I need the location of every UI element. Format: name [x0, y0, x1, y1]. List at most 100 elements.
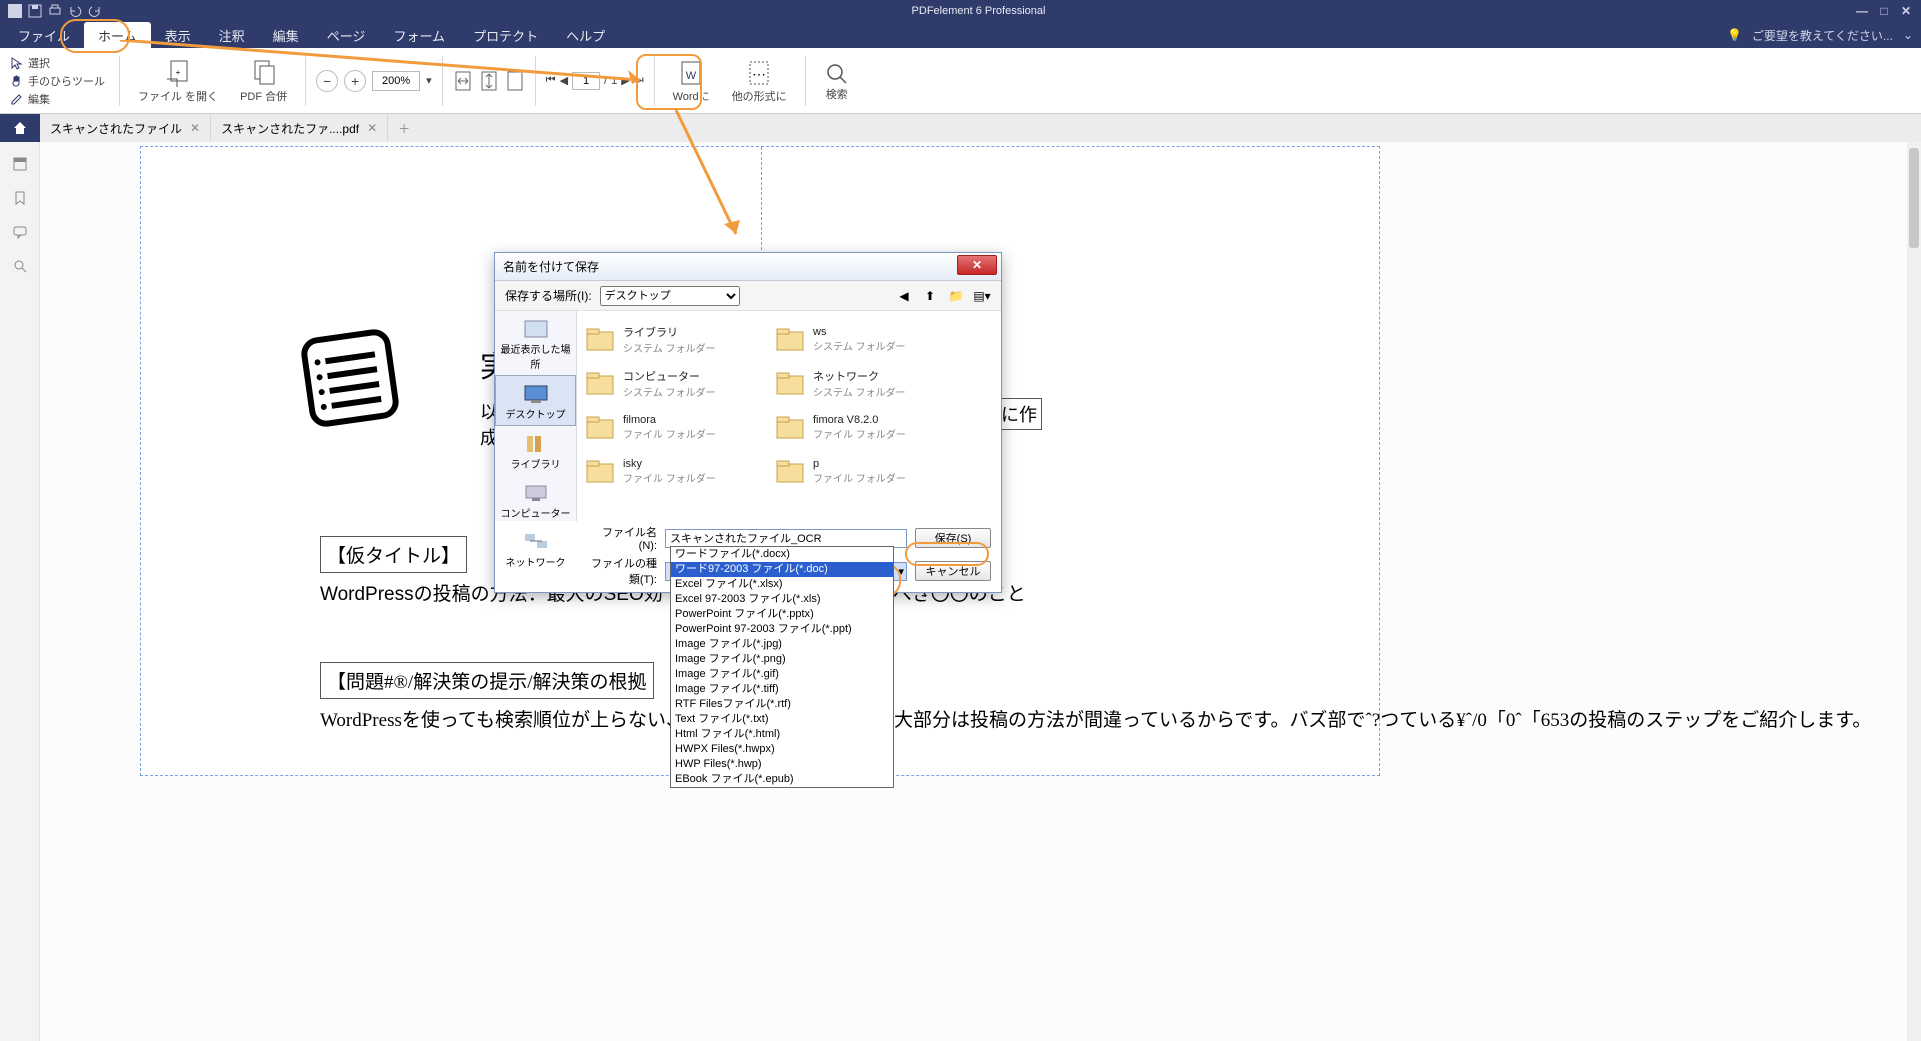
back-icon[interactable]: ◀ — [895, 287, 913, 305]
menu-view[interactable]: 表示 — [151, 22, 205, 49]
menu-help[interactable]: ヘルプ — [552, 22, 619, 49]
filetype-option[interactable]: Image ファイル(*.png) — [671, 652, 893, 667]
svg-text:+: + — [176, 68, 181, 77]
tool-edit[interactable]: 編集 — [10, 91, 105, 107]
save-icon[interactable] — [28, 4, 42, 18]
chevron-down-icon[interactable]: ⌄ — [1903, 28, 1913, 42]
filetype-option[interactable]: Image ファイル(*.tiff) — [671, 682, 893, 697]
menu-edit[interactable]: 編集 — [259, 22, 313, 49]
maximize-button[interactable]: □ — [1875, 4, 1893, 18]
save-button[interactable]: 保存(S) — [915, 528, 991, 548]
comment-icon[interactable] — [12, 224, 28, 240]
to-other-button[interactable]: ⋯ 他の形式に — [724, 57, 795, 105]
file-item[interactable]: ネットワークシステム フォルダー — [773, 361, 963, 405]
new-folder-icon[interactable]: 📁 — [947, 287, 965, 305]
file-item[interactable]: pファイル フォルダー — [773, 449, 963, 493]
place-network[interactable]: ネットワーク — [495, 524, 576, 573]
last-page-button[interactable]: ⏭ — [634, 74, 644, 87]
filename-label: ファイル名(N): — [587, 524, 657, 552]
close-button[interactable]: ✕ — [1897, 4, 1915, 18]
zoom-in-button[interactable]: + — [344, 70, 366, 92]
bookmark-icon[interactable] — [12, 190, 28, 206]
filetype-label: ファイルの種類(T): — [587, 555, 657, 587]
filetype-option[interactable]: HWPX Files(*.hwpx) — [671, 742, 893, 757]
page-input[interactable] — [572, 72, 600, 90]
menu-form[interactable]: フォーム — [379, 22, 459, 49]
new-tab-button[interactable]: ＋ — [388, 120, 420, 137]
save-in-select[interactable]: デスクトップ — [600, 286, 741, 306]
tool-select[interactable]: 選択 — [10, 55, 105, 71]
filetype-option[interactable]: RTF Filesファイル(*.rtf) — [671, 697, 893, 712]
tab-2[interactable]: スキャンされたファ....pdf✕ — [211, 114, 388, 142]
file-list[interactable]: ライブラリシステム フォルダーwsシステム フォルダーコンピューターシステム フ… — [577, 311, 1001, 521]
open-file-button[interactable]: + ファイル を開く — [130, 57, 226, 105]
cancel-button[interactable]: キャンセル — [915, 561, 991, 581]
filetype-option[interactable]: Image ファイル(*.gif) — [671, 667, 893, 682]
app-title: PDFelement 6 Professional — [110, 5, 1847, 17]
chevron-down-icon[interactable]: ▾ — [426, 74, 432, 87]
undo-icon[interactable] — [68, 4, 82, 18]
filetype-option[interactable]: Image ファイル(*.jpg) — [671, 637, 893, 652]
filetype-option[interactable]: ワード97-2003 ファイル(*.doc) — [671, 562, 893, 577]
file-item[interactable]: iskyファイル フォルダー — [583, 449, 773, 493]
filetype-option[interactable]: PowerPoint ファイル(*.pptx) — [671, 607, 893, 622]
file-item[interactable]: wsシステム フォルダー — [773, 317, 963, 361]
first-page-button[interactable]: ⏮ — [546, 74, 556, 87]
menu-protect[interactable]: プロテクト — [459, 22, 552, 49]
zoom-input[interactable] — [372, 71, 420, 91]
feedback-text[interactable]: ご要望を教えてください... — [1752, 27, 1893, 44]
search-button[interactable]: 検索 — [816, 59, 858, 103]
filename-input[interactable] — [665, 529, 907, 548]
pdf-merge-button[interactable]: PDF 合併 — [232, 57, 295, 105]
close-icon[interactable]: ✕ — [190, 121, 200, 135]
dialog-close-button[interactable]: ✕ — [957, 255, 997, 275]
place-recent[interactable]: 最近表示した場所 — [495, 311, 576, 375]
tab-home-icon[interactable] — [0, 114, 40, 142]
up-icon[interactable]: ⬆ — [921, 287, 939, 305]
search-icon[interactable] — [12, 258, 28, 274]
filetype-option[interactable]: Excel 97-2003 ファイル(*.xls) — [671, 592, 893, 607]
thumbnails-icon[interactable] — [12, 156, 28, 172]
place-library[interactable]: ライブラリ — [495, 426, 576, 475]
fit-width-icon[interactable] — [453, 69, 473, 93]
tab-1[interactable]: スキャンされたファイル✕ — [40, 114, 211, 142]
view-icon[interactable]: ▤▾ — [973, 287, 991, 305]
prev-page-button[interactable]: ◀ — [560, 74, 568, 87]
place-computer[interactable]: コンピューター — [495, 475, 576, 524]
print-icon[interactable] — [48, 4, 62, 18]
menu-page[interactable]: ページ — [313, 22, 380, 49]
redo-icon[interactable] — [88, 4, 102, 18]
fit-height-icon[interactable] — [479, 69, 499, 93]
tool-hand[interactable]: 手のひらツール — [10, 73, 105, 89]
to-word-button[interactable]: W Wordに — [665, 57, 718, 105]
close-icon[interactable]: ✕ — [367, 121, 377, 135]
dialog-titlebar[interactable]: 名前を付けて保存 ✕ — [495, 253, 1001, 281]
svg-text:W: W — [686, 70, 697, 82]
filetype-option[interactable]: PowerPoint 97-2003 ファイル(*.ppt) — [671, 622, 893, 637]
place-desktop[interactable]: デスクトップ — [495, 375, 576, 426]
filetype-option[interactable]: ワードファイル(*.docx) — [671, 547, 893, 562]
menu-file[interactable]: ファイル — [4, 22, 84, 49]
scrollbar[interactable] — [1907, 142, 1921, 1041]
doc-box: 【仮タイトル】 — [320, 536, 467, 573]
filetype-dropdown[interactable]: ワードファイル(*.docx)ワード97-2003 ファイル(*.doc)Exc… — [670, 546, 894, 788]
zoom-out-button[interactable]: − — [316, 70, 338, 92]
file-item[interactable]: ライブラリシステム フォルダー — [583, 317, 773, 361]
menubar: ファイル ホーム 表示 注釈 編集 ページ フォーム プロテクト ヘルプ 💡 ご… — [0, 22, 1921, 48]
filetype-option[interactable]: Html ファイル(*.html) — [671, 727, 893, 742]
fit-page-icon[interactable] — [505, 69, 525, 93]
titlebar: PDFelement 6 Professional — □ ✕ — [0, 0, 1921, 22]
filetype-option[interactable]: Text ファイル(*.txt) — [671, 712, 893, 727]
menu-home[interactable]: ホーム — [84, 22, 151, 49]
doc-box: 【問題#®/解決策の提示/解決策の根拠 — [320, 662, 654, 699]
file-item[interactable]: コンピューターシステム フォルダー — [583, 361, 773, 405]
filetype-option[interactable]: Excel ファイル(*.xlsx) — [671, 577, 893, 592]
minimize-button[interactable]: — — [1853, 4, 1871, 18]
filetype-option[interactable]: EBook ファイル(*.epub) — [671, 772, 893, 787]
file-item[interactable]: filmoraファイル フォルダー — [583, 405, 773, 449]
menu-annotate[interactable]: 注釈 — [205, 22, 259, 49]
ribbon: 選択 手のひらツール 編集 + ファイル を開く PDF 合併 − + ▾ ⏮ … — [0, 48, 1921, 114]
filetype-option[interactable]: HWP Files(*.hwp) — [671, 757, 893, 772]
next-page-button[interactable]: ▶ — [621, 74, 629, 87]
file-item[interactable]: fimora V8.2.0ファイル フォルダー — [773, 405, 963, 449]
